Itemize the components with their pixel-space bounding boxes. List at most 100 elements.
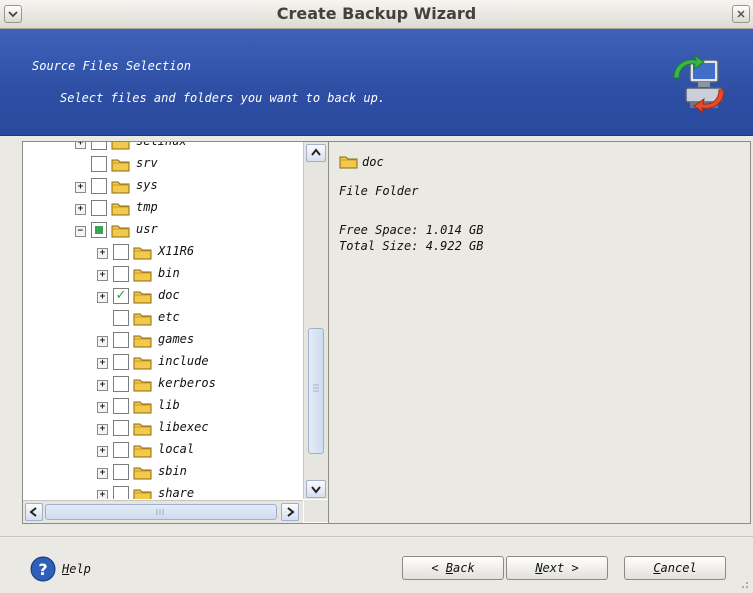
back-prefix: < <box>431 561 446 575</box>
back-button[interactable]: < Back <box>402 556 504 580</box>
step-description: Select files and folders you want to bac… <box>60 91 386 105</box>
folder-icon <box>111 179 131 194</box>
tree-item-selinux[interactable]: + selinux <box>23 142 303 153</box>
folder-icon <box>133 465 153 480</box>
next-mnemonic: N <box>535 561 543 575</box>
tree-item-doc[interactable]: + ✓ doc <box>23 287 303 307</box>
tree-checkbox[interactable] <box>113 486 129 499</box>
close-button[interactable] <box>732 5 750 23</box>
scroll-down-button[interactable] <box>306 480 326 498</box>
expand-icon[interactable]: + <box>97 468 108 479</box>
expand-icon[interactable]: + <box>97 402 108 413</box>
tree-checkbox[interactable]: ✓ <box>113 288 129 304</box>
help-label: elp <box>69 562 91 576</box>
horizontal-scroll-thumb[interactable] <box>45 504 277 520</box>
backup-computer-icon <box>668 52 730 115</box>
tree-item-kerberos[interactable]: + kerberos <box>23 375 303 395</box>
horizontal-scrollbar[interactable] <box>23 500 303 523</box>
expand-icon[interactable]: + <box>97 292 108 303</box>
tree-checkbox[interactable] <box>91 156 107 172</box>
help-link[interactable]: Help <box>62 562 91 576</box>
tree-checkbox[interactable] <box>113 464 129 480</box>
free-space-text: Free Space: 1.014 GB <box>339 223 484 237</box>
next-button[interactable]: Next > <box>506 556 608 580</box>
footer-divider <box>0 536 753 537</box>
expand-icon[interactable]: + <box>75 142 86 149</box>
resize-grip[interactable] <box>737 574 749 588</box>
vertical-scrollbar[interactable] <box>303 142 328 499</box>
folder-icon <box>111 157 131 172</box>
tree-item-tmp[interactable]: + tmp <box>23 199 303 219</box>
expand-icon[interactable]: + <box>97 358 108 369</box>
tree-item-label: libexec <box>158 420 209 434</box>
tree-item-share[interactable]: + share <box>23 485 303 499</box>
expand-icon[interactable]: + <box>97 248 108 259</box>
tree-item-label: X11R6 <box>158 244 195 258</box>
tree-checkbox[interactable] <box>113 332 129 348</box>
tree-item-sys[interactable]: + sys <box>23 177 303 197</box>
tree-checkbox[interactable] <box>113 244 129 260</box>
tree-item-usr[interactable]: − usr <box>23 221 303 241</box>
tree-item-sbin[interactable]: + sbin <box>23 463 303 483</box>
folder-tree[interactable]: + selinux srv + sys + tmp − usr + X11R6 + bin + ✓ doc et… <box>23 142 303 499</box>
tree-item-x11r6[interactable]: + X11R6 <box>23 243 303 263</box>
folder-icon <box>133 355 153 370</box>
tree-item-label: srv <box>136 156 158 170</box>
tree-item-label: lib <box>158 398 180 412</box>
tree-item-label: sbin <box>158 464 187 478</box>
tree-item-label: share <box>158 486 195 499</box>
tree-item-srv[interactable]: srv <box>23 155 303 175</box>
arrow-right-icon <box>287 507 295 517</box>
folder-icon <box>133 377 153 392</box>
tree-checkbox[interactable] <box>113 420 129 436</box>
selected-item-name: doc <box>362 155 384 169</box>
tree-item-lib[interactable]: + lib <box>23 397 303 417</box>
folder-icon <box>133 487 153 499</box>
folder-icon <box>133 333 153 348</box>
cancel-button[interactable]: Cancel <box>624 556 726 580</box>
total-size-text: Total Size: 4.922 GB <box>339 239 484 253</box>
tree-item-label: doc <box>158 288 180 302</box>
tree-checkbox[interactable] <box>91 178 107 194</box>
tree-item-local[interactable]: + local <box>23 441 303 461</box>
tree-checkbox[interactable] <box>113 376 129 392</box>
tree-checkbox[interactable] <box>91 142 107 150</box>
expand-icon[interactable]: + <box>97 380 108 391</box>
tree-item-include[interactable]: + include <box>23 353 303 373</box>
tree-item-label: bin <box>158 266 180 280</box>
window-menu-button[interactable] <box>4 5 22 23</box>
expand-icon[interactable]: + <box>97 490 108 499</box>
folder-tree-panel[interactable]: + selinux srv + sys + tmp − usr + X11R6 + bin + ✓ doc et… <box>22 141 329 524</box>
expand-icon[interactable]: + <box>75 204 86 215</box>
vertical-scroll-thumb[interactable] <box>308 328 324 454</box>
tree-item-label: tmp <box>136 200 158 214</box>
expand-icon[interactable]: + <box>97 336 108 347</box>
tree-checkbox[interactable] <box>91 200 107 216</box>
tree-item-libexec[interactable]: + libexec <box>23 419 303 439</box>
expand-icon[interactable]: + <box>97 270 108 281</box>
close-icon <box>737 10 745 18</box>
tree-item-etc[interactable]: etc <box>23 309 303 329</box>
tree-checkbox[interactable] <box>91 222 107 238</box>
tree-item-games[interactable]: + games <box>23 331 303 351</box>
expand-icon[interactable]: + <box>97 446 108 457</box>
scroll-left-button[interactable] <box>25 503 43 521</box>
collapse-icon[interactable]: − <box>75 226 86 237</box>
scroll-up-button[interactable] <box>306 144 326 162</box>
tree-item-label: kerberos <box>158 376 216 390</box>
help-icon[interactable]: ? <box>30 556 56 582</box>
tree-checkbox[interactable] <box>113 266 129 282</box>
selection-info-panel: doc File Folder Free Space: 1.014 GB Tot… <box>328 141 751 524</box>
tree-checkbox[interactable] <box>113 310 129 326</box>
expand-icon[interactable]: + <box>75 182 86 193</box>
tree-item-label: usr <box>136 222 158 236</box>
tree-item-bin[interactable]: + bin <box>23 265 303 285</box>
tree-checkbox[interactable] <box>113 398 129 414</box>
tree-checkbox[interactable] <box>113 442 129 458</box>
folder-icon <box>133 289 153 304</box>
scroll-right-button[interactable] <box>281 503 299 521</box>
tree-checkbox[interactable] <box>113 354 129 370</box>
folder-icon <box>339 154 359 169</box>
back-mnemonic: B <box>445 561 453 575</box>
expand-icon[interactable]: + <box>97 424 108 435</box>
